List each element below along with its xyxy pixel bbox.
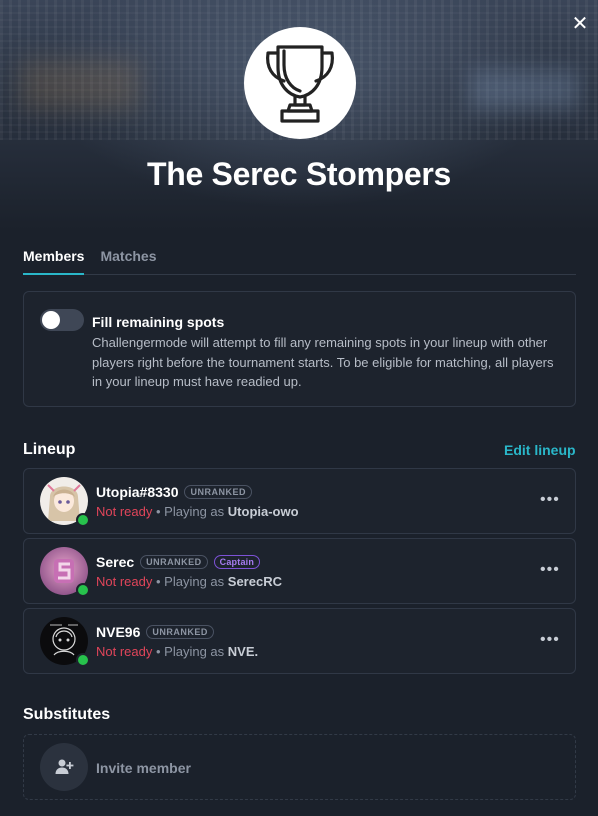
player-status: Not ready • Playing as NVE. bbox=[96, 644, 258, 659]
tab-matches[interactable]: Matches bbox=[100, 238, 156, 273]
player-card: NVE96 UNRANKED Not ready • Playing as NV… bbox=[23, 608, 576, 674]
player-name-row: Serec UNRANKED Captain bbox=[96, 554, 261, 570]
player-name: Utopia#8330 bbox=[96, 484, 179, 500]
toggle-knob bbox=[42, 311, 60, 329]
online-indicator bbox=[76, 653, 90, 667]
player-name: NVE96 bbox=[96, 624, 141, 640]
playing-as-prefix: • Playing as bbox=[156, 574, 225, 589]
lineup-title: Lineup bbox=[23, 441, 76, 458]
player-name: Serec bbox=[96, 554, 135, 570]
rank-badge: UNRANKED bbox=[146, 625, 214, 639]
playing-as-prefix: • Playing as bbox=[156, 644, 225, 659]
invite-member-label: Invite member bbox=[96, 760, 191, 776]
playing-as-name: Utopia-owo bbox=[227, 504, 299, 519]
add-user-icon bbox=[55, 759, 74, 774]
playing-as-prefix: • Playing as bbox=[156, 504, 225, 519]
fill-spots-toggle[interactable] bbox=[40, 309, 84, 331]
player-name-row: NVE96 UNRANKED bbox=[96, 624, 214, 640]
online-indicator bbox=[76, 583, 90, 597]
close-icon[interactable]: ✕ bbox=[570, 14, 590, 34]
ready-status: Not ready bbox=[96, 644, 153, 659]
ready-status: Not ready bbox=[96, 504, 153, 519]
playing-as-name: SerecRC bbox=[227, 574, 282, 589]
substitutes-title: Substitutes bbox=[23, 706, 111, 723]
ready-status: Not ready bbox=[96, 574, 153, 589]
invite-avatar bbox=[40, 743, 88, 791]
playing-as-name: NVE. bbox=[227, 644, 259, 659]
online-indicator bbox=[76, 513, 90, 527]
captain-badge: Captain bbox=[213, 555, 261, 569]
invite-member-button[interactable]: Invite member bbox=[23, 734, 576, 800]
rank-badge: UNRANKED bbox=[140, 555, 208, 569]
tab-members[interactable]: Members bbox=[23, 238, 85, 275]
fill-spots-title: Fill remaining spots bbox=[92, 314, 225, 330]
player-card: Serec UNRANKED Captain Not ready • Playi… bbox=[23, 538, 576, 604]
fill-spots-card: Fill remaining spots Challengermode will… bbox=[23, 291, 576, 407]
player-name-row: Utopia#8330 UNRANKED bbox=[96, 484, 252, 500]
edit-lineup-link[interactable]: Edit lineup bbox=[504, 442, 576, 458]
stadium-light bbox=[20, 60, 140, 110]
stadium-light bbox=[470, 70, 580, 110]
more-options-icon[interactable]: ••• bbox=[540, 561, 560, 579]
player-card: Utopia#8330 UNRANKED Not ready • Playing… bbox=[23, 468, 576, 534]
tab-bar: Members Matches bbox=[23, 238, 576, 275]
team-name: The Serec Stompers bbox=[146, 156, 452, 192]
more-options-icon[interactable]: ••• bbox=[540, 631, 560, 649]
player-status: Not ready • Playing as Utopia-owo bbox=[96, 504, 299, 519]
team-logo bbox=[244, 27, 356, 139]
rank-badge: UNRANKED bbox=[184, 485, 252, 499]
more-options-icon[interactable]: ••• bbox=[540, 491, 560, 509]
player-status: Not ready • Playing as SerecRC bbox=[96, 574, 282, 589]
fill-spots-description: Challengermode will attempt to fill any … bbox=[92, 335, 554, 389]
trophy-icon bbox=[266, 45, 334, 123]
